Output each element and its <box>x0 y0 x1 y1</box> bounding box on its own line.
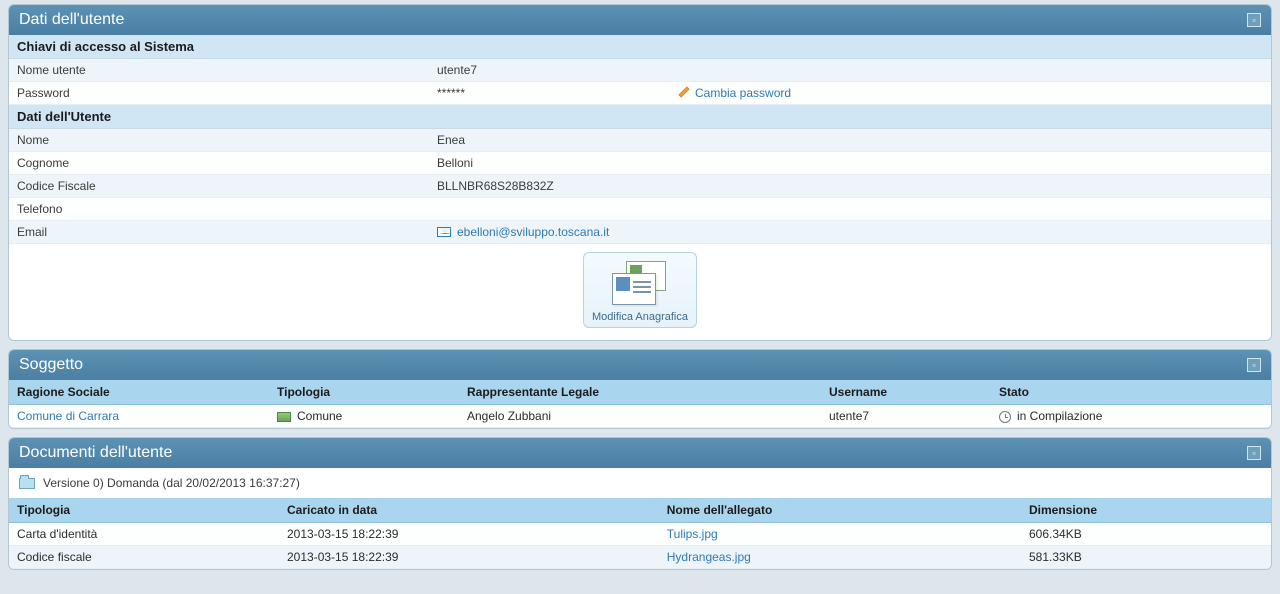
col-tipologia: Tipologia <box>269 380 459 405</box>
email-label: Email <box>17 225 437 239</box>
col-doc-tipologia: Tipologia <box>9 498 279 523</box>
fiscal-row: Codice Fiscale BLLNBR68S28B832Z <box>9 175 1271 198</box>
comune-icon <box>277 412 291 422</box>
name-row: Nome Enea <box>9 129 1271 152</box>
name-value: Enea <box>437 133 1263 147</box>
documents-table: Tipologia Caricato in data Nome dell'all… <box>9 498 1271 569</box>
col-stato: Stato <box>991 380 1271 405</box>
table-row: Carta d'identità2013-03-15 18:22:39 Tulip… <box>9 523 1271 546</box>
phone-row: Telefono <box>9 198 1271 221</box>
vcard-icon <box>612 261 668 305</box>
password-label: Password <box>17 86 437 100</box>
doc-tipologia: Codice fiscale <box>9 546 279 569</box>
email-link[interactable]: ebelloni@sviluppo.toscana.it <box>457 225 609 239</box>
doc-dimensione: 581.33KB <box>1021 546 1271 569</box>
user-details-subheader: Dati dell'Utente <box>9 105 1271 129</box>
collapse-icon[interactable]: ▫ <box>1247 446 1261 460</box>
col-ragione: Ragione Sociale <box>9 380 269 405</box>
collapse-icon[interactable]: ▫ <box>1247 358 1261 372</box>
envelope-icon <box>437 227 451 237</box>
documents-title: Documenti dell'utente <box>19 444 172 462</box>
username-row: Nome utente utente7 <box>9 59 1271 82</box>
version-text: Versione 0) Domanda (dal 20/02/2013 16:3… <box>43 476 300 490</box>
surname-value: Belloni <box>437 156 1263 170</box>
ragione-link[interactable]: Comune di Carrara <box>17 409 119 423</box>
username-value: utente7 <box>437 63 850 77</box>
stato-value: in Compilazione <box>1017 409 1102 423</box>
user-data-title: Dati dell'utente <box>19 11 124 29</box>
password-row: Password ****** Cambia password <box>9 82 1271 105</box>
version-row: Versione 0) Domanda (dal 20/02/2013 16:3… <box>9 468 1271 498</box>
clock-icon <box>999 411 1011 423</box>
folder-icon <box>19 478 35 489</box>
doc-dimensione: 606.34KB <box>1021 523 1271 546</box>
modify-anagrafica-button[interactable]: Modifica Anagrafica <box>583 252 697 328</box>
documents-panel: Documenti dell'utente ▫ Versione 0) Doma… <box>8 437 1272 570</box>
fiscal-label: Codice Fiscale <box>17 179 437 193</box>
access-keys-subheader: Chiavi di accesso al Sistema <box>9 35 1271 59</box>
table-row: Codice fiscale2013-03-15 18:22:39 Hydrang… <box>9 546 1271 569</box>
table-row: Comune di Carrara Comune Angelo Zubbani … <box>9 405 1271 428</box>
col-doc-nome: Nome dell'allegato <box>659 498 1021 523</box>
subject-panel: Soggetto ▫ Ragione Sociale Tipologia Rap… <box>8 349 1272 429</box>
email-row: Email ebelloni@sviluppo.toscana.it <box>9 221 1271 244</box>
col-doc-caricato: Caricato in data <box>279 498 659 523</box>
username-label: Nome utente <box>17 63 437 77</box>
pencil-icon <box>677 86 691 100</box>
doc-caricato: 2013-03-15 18:22:39 <box>279 546 659 569</box>
doc-caricato: 2013-03-15 18:22:39 <box>279 523 659 546</box>
rappresentante-value: Angelo Zubbani <box>459 405 821 428</box>
documents-panel-header: Documenti dell'utente ▫ <box>9 438 1271 468</box>
subject-title: Soggetto <box>19 356 83 374</box>
modify-anagrafica-label: Modifica Anagrafica <box>592 311 688 323</box>
col-username: Username <box>821 380 991 405</box>
col-doc-dimensione: Dimensione <box>1021 498 1271 523</box>
doc-tipologia: Carta d'identità <box>9 523 279 546</box>
surname-label: Cognome <box>17 156 437 170</box>
doc-nome-link[interactable]: Tulips.jpg <box>667 527 718 541</box>
user-data-panel: Dati dell'utente ▫ Chiavi di accesso al … <box>8 4 1272 341</box>
name-label: Nome <box>17 133 437 147</box>
surname-row: Cognome Belloni <box>9 152 1271 175</box>
tipologia-value: Comune <box>297 409 342 423</box>
subject-table: Ragione Sociale Tipologia Rappresentante… <box>9 380 1271 428</box>
user-data-panel-header: Dati dell'utente ▫ <box>9 5 1271 35</box>
password-value: ****** <box>437 86 677 100</box>
doc-nome-link[interactable]: Hydrangeas.jpg <box>667 550 751 564</box>
phone-value <box>437 202 1263 216</box>
col-rappresentante: Rappresentante Legale <box>459 380 821 405</box>
username-value: utente7 <box>821 405 991 428</box>
change-password-link[interactable]: Cambia password <box>695 86 791 100</box>
phone-label: Telefono <box>17 202 437 216</box>
collapse-icon[interactable]: ▫ <box>1247 13 1261 27</box>
fiscal-value: BLLNBR68S28B832Z <box>437 179 1263 193</box>
subject-panel-header: Soggetto ▫ <box>9 350 1271 380</box>
modify-anagrafica-wrap: Modifica Anagrafica <box>9 244 1271 340</box>
